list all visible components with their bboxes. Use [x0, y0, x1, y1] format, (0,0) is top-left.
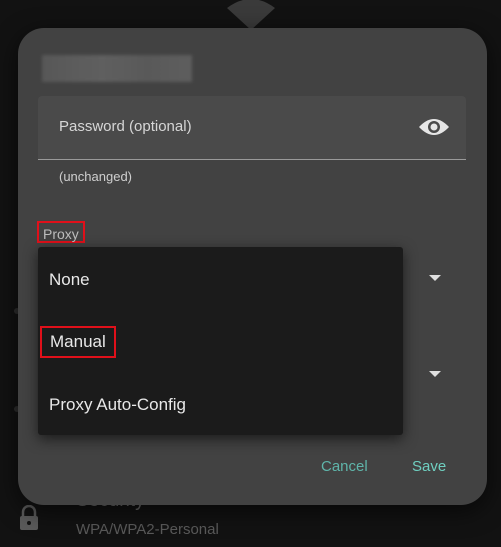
wifi-icon [227, 0, 275, 30]
proxy-options-menu: None Manual Proxy Auto-Config [38, 247, 403, 435]
save-button[interactable]: Save [412, 458, 446, 475]
network-name-redacted [42, 55, 192, 82]
proxy-label: Proxy [37, 221, 85, 243]
password-helper-text: (unchanged) [59, 169, 132, 184]
security-subtitle: WPA/WPA2-Personal [76, 521, 219, 538]
password-field[interactable]: Password (optional) [38, 96, 466, 160]
cancel-button[interactable]: Cancel [321, 458, 368, 475]
proxy-option-auto-config[interactable]: Proxy Auto-Config [38, 377, 403, 433]
proxy-option-label: Manual [40, 326, 116, 358]
eye-icon[interactable] [418, 116, 450, 138]
chevron-down-icon[interactable] [429, 371, 441, 377]
password-field-label: Password (optional) [59, 118, 192, 135]
proxy-option-none[interactable]: None [38, 251, 403, 307]
lock-icon [20, 505, 38, 530]
proxy-option-label: None [49, 270, 90, 289]
proxy-option-label: Proxy Auto-Config [49, 395, 187, 414]
chevron-down-icon[interactable] [429, 275, 441, 281]
proxy-option-manual[interactable]: Manual [38, 313, 403, 369]
